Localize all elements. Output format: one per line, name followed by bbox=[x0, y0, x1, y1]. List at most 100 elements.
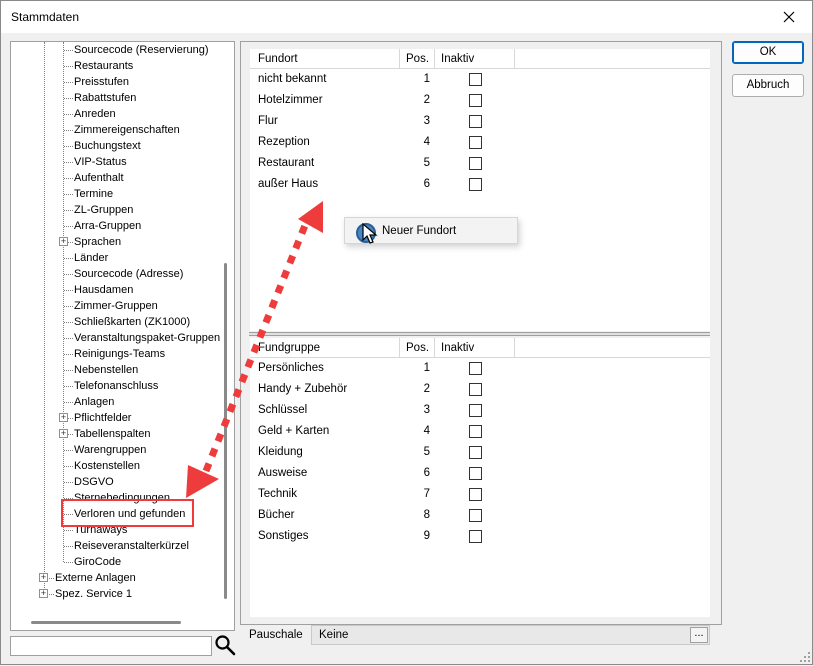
expand-icon[interactable]: + bbox=[39, 573, 48, 582]
cell-pos: 5 bbox=[423, 446, 430, 458]
tree-root-item[interactable]: + Spez. Service 1 bbox=[11, 586, 234, 602]
grid-row[interactable]: Persönliches 1 bbox=[250, 358, 710, 379]
column-header-pos[interactable]: Pos. bbox=[400, 49, 435, 69]
tree-connector bbox=[64, 178, 73, 179]
grid-row[interactable]: außer Haus 6 bbox=[250, 174, 710, 195]
inaktiv-checkbox[interactable] bbox=[469, 178, 482, 191]
tree-item[interactable]: ZL-Gruppen bbox=[11, 202, 234, 218]
tree-connector bbox=[64, 338, 73, 339]
tree-item[interactable]: Sourcecode (Adresse) bbox=[11, 266, 234, 282]
grid-row[interactable]: Handy + Zubehör 2 bbox=[250, 379, 710, 400]
tree-item-label: Sourcecode (Reservierung) bbox=[74, 44, 209, 56]
grid-row[interactable]: Technik 7 bbox=[250, 484, 710, 505]
grid-row[interactable]: Schlüssel 3 bbox=[250, 400, 710, 421]
tree-item-label: Länder bbox=[74, 252, 109, 264]
pauschale-browse-button[interactable]: ... bbox=[690, 627, 708, 643]
tree-item[interactable]: GiroCode bbox=[11, 554, 234, 570]
inaktiv-checkbox[interactable] bbox=[469, 488, 482, 501]
tree-item[interactable]: Nebenstellen bbox=[11, 362, 234, 378]
expand-icon[interactable]: + bbox=[39, 589, 48, 598]
search-button[interactable] bbox=[214, 634, 236, 656]
inaktiv-checkbox[interactable] bbox=[469, 115, 482, 128]
grid-row[interactable]: Ausweise 6 bbox=[250, 463, 710, 484]
tree-item[interactable]: Anreden bbox=[11, 106, 234, 122]
pauschale-field[interactable]: Keine bbox=[311, 625, 710, 645]
fundort-grid[interactable]: Fundort Pos. Inaktiv nicht bekannt 1 Hotel… bbox=[250, 49, 710, 331]
inaktiv-checkbox[interactable] bbox=[469, 404, 482, 417]
tree-item[interactable]: Buchungstext bbox=[11, 138, 234, 154]
tree-vertical-scrollbar[interactable] bbox=[224, 263, 227, 599]
tree-item[interactable]: Schließkarten (ZK1000) bbox=[11, 314, 234, 330]
tree-item[interactable]: Rabattstufen bbox=[11, 90, 234, 106]
tree-item[interactable]: Aufenthalt bbox=[11, 170, 234, 186]
inaktiv-checkbox[interactable] bbox=[469, 383, 482, 396]
tree-item[interactable]: Restaurants bbox=[11, 58, 234, 74]
grid-row[interactable]: Geld + Karten 4 bbox=[250, 421, 710, 442]
resize-grip-icon[interactable] bbox=[800, 652, 810, 662]
tree-item[interactable]: Sourcecode (Reservierung) bbox=[11, 42, 234, 58]
tree-item[interactable]: Hausdamen bbox=[11, 282, 234, 298]
inaktiv-checkbox[interactable] bbox=[469, 73, 482, 86]
column-header-pos[interactable]: Pos. bbox=[400, 338, 435, 358]
grid-splitter[interactable] bbox=[249, 332, 710, 336]
cell-pos: 4 bbox=[423, 136, 430, 148]
inaktiv-checkbox[interactable] bbox=[469, 446, 482, 459]
inaktiv-checkbox[interactable] bbox=[469, 425, 482, 438]
column-header-fundgruppe[interactable]: Fundgruppe bbox=[250, 338, 400, 358]
expand-icon[interactable]: + bbox=[59, 237, 68, 246]
tree-item-label: DSGVO bbox=[74, 476, 114, 488]
fundgruppe-grid[interactable]: Fundgruppe Pos. Inaktiv Persönliches 1 Han… bbox=[250, 338, 710, 617]
tree-item[interactable]: Veranstaltungspaket-Gruppen bbox=[11, 330, 234, 346]
grid-row[interactable]: Restaurant 5 bbox=[250, 153, 710, 174]
tree-item[interactable]: Arra-Gruppen bbox=[11, 218, 234, 234]
tree-item[interactable]: Zimmer-Gruppen bbox=[11, 298, 234, 314]
inaktiv-checkbox[interactable] bbox=[469, 467, 482, 480]
tree-item[interactable]: Zimmereigenschaften bbox=[11, 122, 234, 138]
tree-item[interactable]: + Sprachen bbox=[11, 234, 234, 250]
tree-item-label: ZL-Gruppen bbox=[74, 204, 134, 216]
tree-connector bbox=[64, 290, 73, 291]
tree-item[interactable]: VIP-Status bbox=[11, 154, 234, 170]
grid-row[interactable]: Flur 3 bbox=[250, 111, 710, 132]
tree-item[interactable]: DSGVO bbox=[11, 474, 234, 490]
tree-item[interactable]: + Tabellenspalten bbox=[11, 426, 234, 442]
tree-item[interactable]: Reiseveranstalterkürzel bbox=[11, 538, 234, 554]
cancel-button[interactable]: Abbruch bbox=[732, 74, 804, 97]
inaktiv-checkbox[interactable] bbox=[469, 136, 482, 149]
grid-row[interactable]: Kleidung 5 bbox=[250, 442, 710, 463]
category-tree[interactable]: Sourcecode (Reservierung) Restaurants Prei… bbox=[10, 41, 235, 631]
close-button[interactable] bbox=[766, 1, 812, 33]
tree-item-label: Aufenthalt bbox=[74, 172, 124, 184]
grid-row[interactable]: nicht bekannt 1 bbox=[250, 69, 710, 90]
tree-connector bbox=[64, 66, 73, 67]
tree-root-item[interactable]: + Externe Anlagen bbox=[11, 570, 234, 586]
tree-horizontal-scrollbar[interactable] bbox=[31, 621, 181, 624]
column-header-inaktiv[interactable]: Inaktiv bbox=[435, 49, 515, 69]
tree-item[interactable]: Anlagen bbox=[11, 394, 234, 410]
tree-item[interactable]: Preisstufen bbox=[11, 74, 234, 90]
ok-button[interactable]: OK bbox=[732, 41, 804, 64]
tree-item[interactable]: Warengruppen bbox=[11, 442, 234, 458]
tree-item[interactable]: Kostenstellen bbox=[11, 458, 234, 474]
grid-row[interactable]: Bücher 8 bbox=[250, 505, 710, 526]
inaktiv-checkbox[interactable] bbox=[469, 530, 482, 543]
inaktiv-checkbox[interactable] bbox=[469, 157, 482, 170]
tree-item[interactable]: Länder bbox=[11, 250, 234, 266]
grid-row[interactable]: Hotelzimmer 2 bbox=[250, 90, 710, 111]
tree-item[interactable]: + Pflichtfelder bbox=[11, 410, 234, 426]
inaktiv-checkbox[interactable] bbox=[469, 94, 482, 107]
expand-icon[interactable]: + bbox=[59, 429, 68, 438]
inaktiv-checkbox[interactable] bbox=[469, 509, 482, 522]
grid-row[interactable]: Sonstiges 9 bbox=[250, 526, 710, 547]
tree-item-label: Zimmereigenschaften bbox=[74, 124, 180, 136]
tree-item[interactable]: Telefonanschluss bbox=[11, 378, 234, 394]
tree-item[interactable]: Reinigungs-Teams bbox=[11, 346, 234, 362]
expand-icon[interactable]: + bbox=[59, 413, 68, 422]
column-header-inaktiv[interactable]: Inaktiv bbox=[435, 338, 515, 358]
grid-row[interactable]: Rezeption 4 bbox=[250, 132, 710, 153]
inaktiv-checkbox[interactable] bbox=[469, 362, 482, 375]
column-header-fundort[interactable]: Fundort bbox=[250, 49, 400, 69]
tree-connector bbox=[64, 402, 73, 403]
tree-search-input[interactable] bbox=[10, 636, 212, 656]
tree-item[interactable]: Termine bbox=[11, 186, 234, 202]
